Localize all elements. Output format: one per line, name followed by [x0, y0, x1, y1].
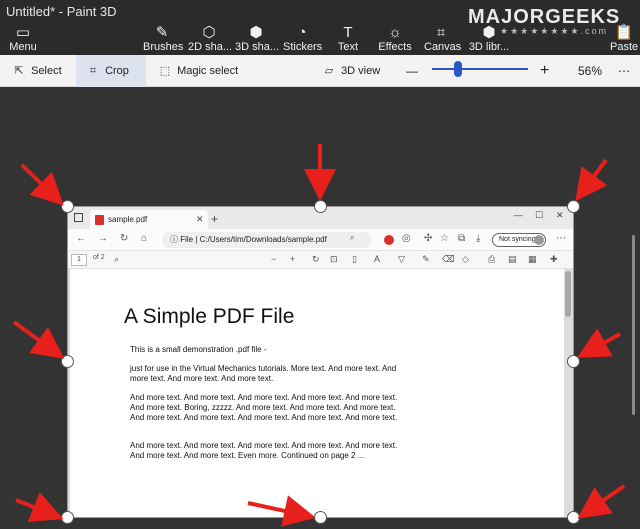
annotation-arrows [12, 144, 626, 527]
arrow-left [12, 320, 65, 359]
arrow-bottom [247, 495, 316, 527]
arrow-right [577, 328, 621, 358]
arrow-bottom-left [15, 492, 64, 522]
arrow-bottom-right [577, 484, 626, 519]
arrow-top-left [20, 163, 64, 206]
arrow-top-right [575, 158, 608, 202]
